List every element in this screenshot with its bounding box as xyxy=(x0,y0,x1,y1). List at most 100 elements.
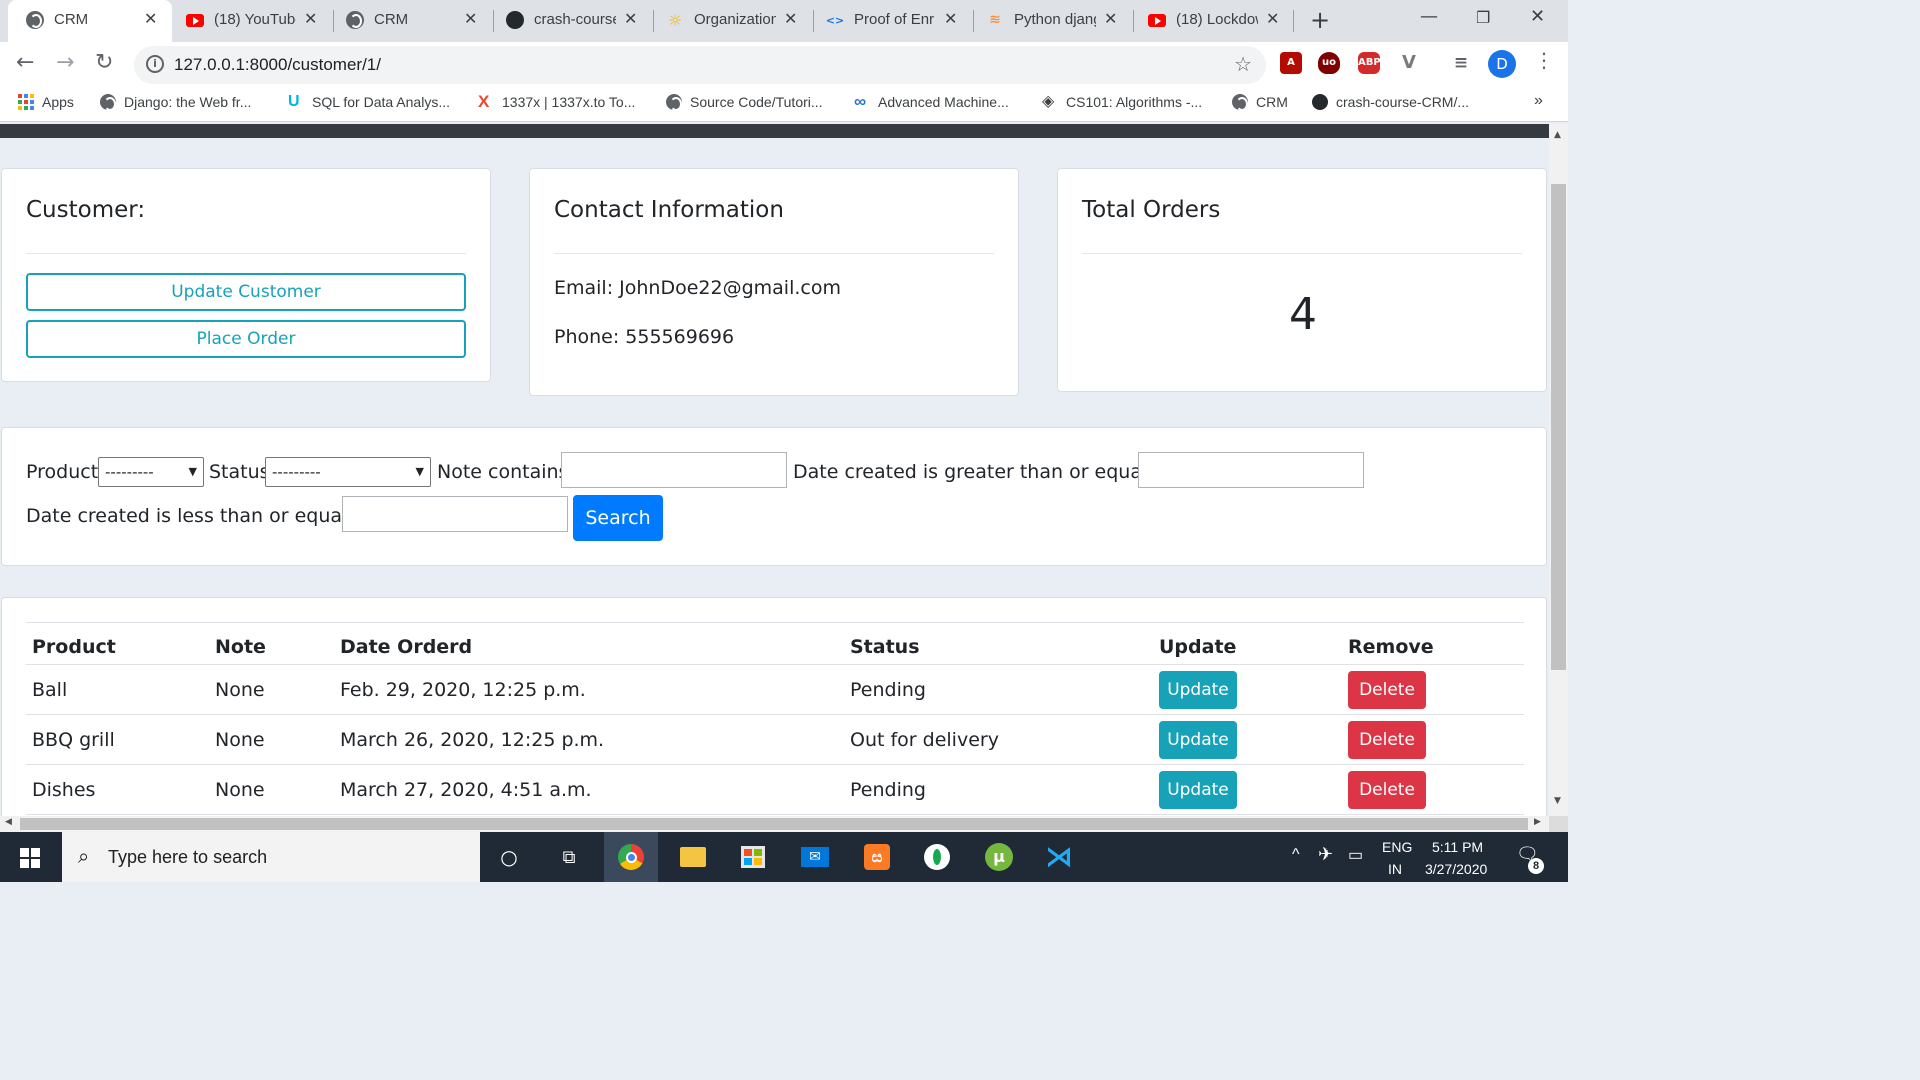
close-tab-icon[interactable]: ✕ xyxy=(464,9,477,28)
bookmark-1337x[interactable]: X 1337x | 1337x.to To... xyxy=(478,93,636,110)
stackoverflow-icon: ≋ xyxy=(989,12,1001,28)
globe-icon xyxy=(1232,94,1248,111)
scroll-up-arrow-icon[interactable]: ▲ xyxy=(1554,130,1561,140)
column-header-date: Date Orderd xyxy=(334,622,844,665)
clock-date[interactable]: 3/27/2020 xyxy=(1425,861,1487,877)
forward-icon[interactable]: → xyxy=(56,50,74,75)
more-bookmarks-button[interactable]: » xyxy=(1534,92,1543,110)
tab-youtube[interactable]: (18) YouTube ✕ xyxy=(172,0,332,42)
windows-start-icon[interactable] xyxy=(20,848,40,868)
utorrent-icon[interactable]: µ xyxy=(984,842,1014,872)
tab-crm-active[interactable]: CRM ✕ xyxy=(8,0,172,42)
restore-icon[interactable]: ❐ xyxy=(1476,8,1490,27)
vertical-scroll-thumb[interactable] xyxy=(1551,184,1566,670)
bookmark-sql[interactable]: U SQL for Data Analys... xyxy=(288,94,450,111)
close-tab-icon[interactable]: ✕ xyxy=(304,9,317,28)
close-tab-icon[interactable]: ✕ xyxy=(144,9,157,28)
date-gte-input[interactable] xyxy=(1138,452,1364,488)
bookmark-label: CS101: Algorithms -... xyxy=(1066,94,1203,110)
close-tab-icon[interactable]: ✕ xyxy=(1104,9,1117,28)
bookmark-cs101[interactable]: ◈ CS101: Algorithms -... xyxy=(1042,94,1203,111)
language-indicator-top[interactable]: ENG xyxy=(1382,839,1412,855)
tab-organization[interactable]: ☼ Organization ✕ xyxy=(654,0,812,42)
tab-title: (18) YouTube xyxy=(214,11,296,28)
cortana-icon[interactable]: ○ xyxy=(494,842,524,872)
xampp-icon[interactable]: ස xyxy=(862,842,892,872)
tab-crm[interactable]: CRM ✕ xyxy=(334,0,492,42)
vertical-scrollbar[interactable]: ▲ ▼ xyxy=(1549,124,1568,816)
adblock-icon[interactable]: ABP xyxy=(1358,52,1381,74)
bookmark-label: 1337x | 1337x.to To... xyxy=(502,94,636,110)
ublock-icon[interactable]: uo xyxy=(1318,52,1340,74)
tab-title: crash-course xyxy=(534,11,616,28)
bookmark-django[interactable]: Django: the Web fr... xyxy=(100,94,251,111)
bookmark-source-code[interactable]: Source Code/Tutori... xyxy=(666,94,823,111)
close-tab-icon[interactable]: ✕ xyxy=(1266,9,1279,28)
tab-python-django[interactable]: ≋ Python djang ✕ xyxy=(974,0,1132,42)
menu-kebab-icon[interactable]: ⋮ xyxy=(1534,48,1554,72)
vimeo-extension-icon[interactable]: V xyxy=(1398,52,1420,74)
task-view-icon[interactable]: ⧉ xyxy=(554,842,584,872)
mail-icon[interactable]: ✉ xyxy=(800,842,830,872)
language-indicator-bottom[interactable]: IN xyxy=(1388,861,1402,877)
globe-icon xyxy=(26,11,44,29)
close-tab-icon[interactable]: ✕ xyxy=(944,9,957,28)
reload-icon[interactable]: ↻ xyxy=(95,50,113,75)
address-bar[interactable]: i 127.0.0.1:8000/customer/1/ ☆ xyxy=(134,46,1266,84)
file-explorer-icon[interactable] xyxy=(678,842,708,872)
back-icon[interactable]: ← xyxy=(16,50,34,75)
bookmark-crm[interactable]: CRM xyxy=(1232,94,1288,111)
update-cell: Update xyxy=(1153,664,1342,715)
horizontal-scroll-thumb[interactable] xyxy=(20,818,1528,830)
bookmark-label: Source Code/Tutori... xyxy=(690,94,823,110)
update-customer-button[interactable]: Update Customer xyxy=(26,273,466,311)
airplane-mode-icon[interactable]: ✈ xyxy=(1318,844,1333,865)
delete-order-button[interactable]: Delete xyxy=(1348,670,1426,709)
close-tab-icon[interactable]: ✕ xyxy=(784,9,797,28)
place-order-button[interactable]: Place Order xyxy=(26,320,466,358)
bookmark-star-icon[interactable]: ☆ xyxy=(1234,52,1252,76)
column-header-note: Note xyxy=(209,622,334,665)
delete-order-button[interactable]: Delete xyxy=(1348,720,1426,759)
battery-icon[interactable]: ▭ xyxy=(1348,845,1363,865)
site-info-icon[interactable]: i xyxy=(146,55,164,73)
status-filter-select[interactable]: --------- ▼ xyxy=(265,457,431,487)
tab-title: (18) Lockdow xyxy=(1176,11,1258,28)
bookmark-crash-course[interactable]: crash-course-CRM/... xyxy=(1312,94,1469,110)
media-controls-icon[interactable]: ≡ xyxy=(1450,52,1472,74)
orders-table-card: Product Note Date Orderd Status Update R… xyxy=(1,597,1547,816)
taskbar-search-box[interactable]: ⌕ Type here to search xyxy=(62,832,480,882)
update-order-button[interactable]: Update xyxy=(1159,720,1237,759)
tab-lockdown[interactable]: (18) Lockdow ✕ xyxy=(1134,0,1292,42)
mongodb-compass-icon[interactable] xyxy=(922,842,952,872)
close-window-icon[interactable]: ✕ xyxy=(1530,6,1545,27)
update-order-button[interactable]: Update xyxy=(1159,770,1237,809)
note-cell: None xyxy=(209,664,334,715)
bookmark-apps[interactable]: Apps xyxy=(18,94,74,110)
vscode-icon[interactable]: ⋊ xyxy=(1044,842,1074,872)
delete-order-button[interactable]: Delete xyxy=(1348,770,1426,809)
close-tab-icon[interactable]: ✕ xyxy=(624,9,637,28)
clock-time[interactable]: 5:11 PM xyxy=(1432,839,1483,855)
bookmark-advanced-ml[interactable]: ∞ Advanced Machine... xyxy=(854,93,1009,110)
dropdown-arrow-icon: ▼ xyxy=(188,465,197,478)
profile-avatar[interactable]: D xyxy=(1488,50,1516,78)
minimize-icon[interactable]: — xyxy=(1420,6,1438,27)
product-filter-select[interactable]: --------- ▼ xyxy=(98,457,204,487)
tab-proof[interactable]: <> Proof of Enr ✕ xyxy=(814,0,972,42)
scroll-down-arrow-icon[interactable]: ▼ xyxy=(1554,796,1561,806)
scroll-right-arrow-icon[interactable]: ▶ xyxy=(1534,817,1541,827)
chrome-taskbar-icon[interactable] xyxy=(604,832,658,882)
pdf-extension-icon[interactable]: A xyxy=(1280,52,1302,74)
tab-separator xyxy=(1293,10,1294,32)
store-icon[interactable] xyxy=(738,842,768,872)
update-order-button[interactable]: Update xyxy=(1159,670,1237,709)
tab-github[interactable]: crash-course ✕ xyxy=(494,0,652,42)
new-tab-button[interactable]: + xyxy=(1310,6,1330,34)
search-button[interactable]: Search xyxy=(573,495,663,541)
date-lte-input[interactable] xyxy=(342,496,568,532)
show-hidden-icons-chevron-icon[interactable]: ^ xyxy=(1292,846,1300,864)
horizontal-scrollbar[interactable]: ◀ ▶ xyxy=(0,816,1549,832)
note-filter-input[interactable] xyxy=(561,452,787,488)
scroll-left-arrow-icon[interactable]: ◀ xyxy=(5,817,12,827)
